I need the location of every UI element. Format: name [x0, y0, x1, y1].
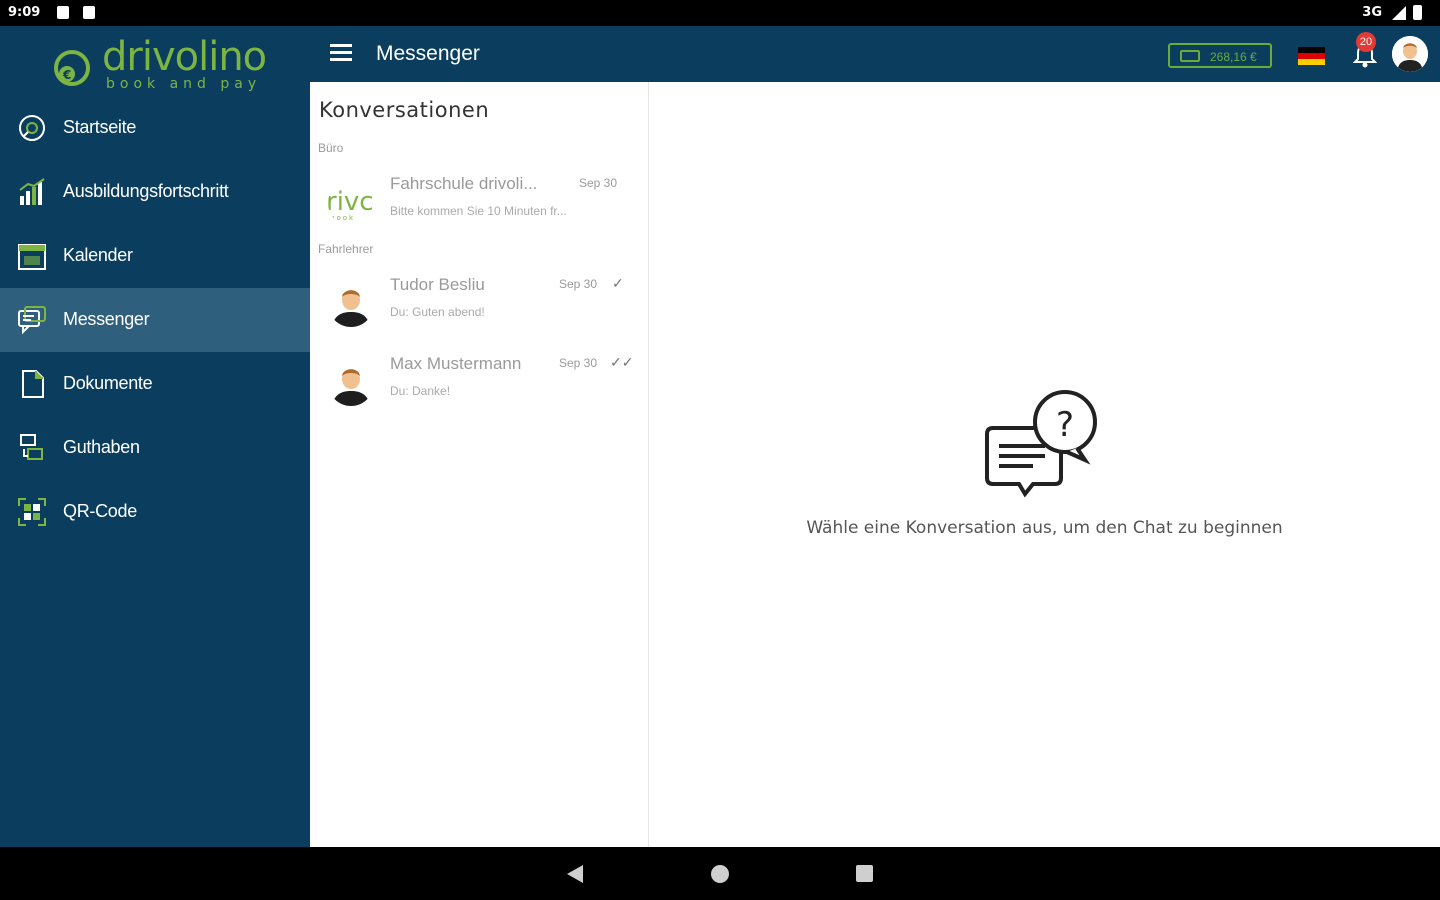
conversations-heading: Konversationen: [319, 98, 490, 122]
conversation-name: Max Mustermann: [390, 354, 522, 373]
brand-name: drivolino: [102, 34, 267, 80]
recent-apps-icon[interactable]: [856, 865, 873, 882]
avatar: [328, 360, 374, 406]
signal-icon: [1392, 6, 1406, 20]
read-check-icon: ✓✓: [610, 354, 634, 370]
school-logo-icon: rivc book: [328, 180, 374, 226]
avatar[interactable]: [1392, 36, 1428, 72]
user-avatar-icon: [1392, 36, 1428, 72]
svg-text:rivc: rivc: [328, 187, 374, 217]
empty-state-message: Wähle eine Konversation aus, um den Chat…: [806, 518, 1283, 538]
conversation-item[interactable]: Tudor Besliu Sep 30 ✓ Du: Guten abend!: [310, 275, 648, 341]
money-icon: [1180, 50, 1200, 62]
notification-count-badge: 20: [1356, 32, 1376, 52]
app-bar: Messenger 268,16 € 20: [310, 26, 1440, 82]
brand-logo[interactable]: € drivolino book and pay: [50, 34, 270, 96]
status-bar: 9:09 3G: [0, 0, 1440, 26]
conversation-preview: Du: Danke!: [390, 384, 451, 398]
person-avatar-icon: [328, 360, 374, 406]
sent-check-icon: ✓: [612, 275, 624, 291]
balance-badge[interactable]: 268,16 €: [1168, 43, 1272, 68]
svg-text:book: book: [330, 214, 355, 222]
notification-icon: [57, 6, 69, 19]
conversation-name: Tudor Besliu: [390, 275, 485, 294]
network-type: 3G: [1362, 5, 1382, 20]
page-title: Messenger: [376, 42, 480, 65]
avatar: [328, 281, 374, 327]
document-icon: [22, 370, 44, 398]
status-time: 9:09: [8, 5, 41, 20]
conversation-item[interactable]: Max Mustermann Sep 30 ✓✓ Du: Danke!: [310, 354, 648, 420]
conversation-date: Sep 30: [579, 176, 618, 190]
home-button-icon[interactable]: [711, 865, 729, 883]
sidebar-item-guthaben[interactable]: Guthaben: [0, 416, 310, 480]
sidebar-item-kalender[interactable]: Kalender: [0, 224, 310, 288]
sidebar-nav: Startseite Ausbildungsfortschritt Kalend…: [0, 96, 310, 544]
chat-icon: [18, 306, 46, 335]
battery-icon: [1413, 5, 1422, 20]
sidebar-item-startseite[interactable]: Startseite: [0, 96, 310, 160]
qr-code-icon: [18, 498, 46, 526]
conversation-item[interactable]: rivc book Fahrschule drivoli... Sep 30 B…: [310, 174, 648, 240]
sidebar-item-messenger[interactable]: Messenger: [0, 288, 310, 352]
system-navigation-bar: [0, 847, 1440, 900]
sidebar: € drivolino book and pay Startseite Ausb…: [0, 26, 310, 847]
sidebar-item-label: Messenger: [63, 309, 150, 329]
brand-tagline: book and pay: [106, 76, 262, 92]
sidebar-item-label: Startseite: [63, 117, 137, 137]
conversation-preview: Bitte kommen Sie 10 Minuten fr...: [390, 204, 567, 218]
conversation-name: Fahrschule drivoli...: [390, 174, 538, 193]
sidebar-item-label: Kalender: [63, 245, 133, 265]
person-avatar-icon: [328, 281, 374, 327]
svg-text:?: ?: [1056, 405, 1074, 445]
sidebar-item-label: Guthaben: [63, 437, 140, 457]
language-flag-icon[interactable]: [1298, 47, 1325, 65]
calendar-icon: [18, 244, 46, 270]
section-label-fahrlehrer: Fahrlehrer: [318, 242, 374, 256]
sidebar-item-qr-code[interactable]: QR-Code: [0, 480, 310, 544]
conversation-date: Sep 30: [559, 356, 598, 370]
conversation-preview: Du: Guten abend!: [390, 305, 485, 319]
chat-question-icon: ?: [985, 390, 1097, 498]
section-label-buero: Büro: [318, 141, 344, 155]
conversation-date: Sep 30: [559, 277, 598, 291]
sidebar-item-label: Dokumente: [63, 373, 153, 393]
progress-chart-icon: [19, 178, 45, 205]
chat-area: ? Wähle eine Konversation aus, um den Ch…: [649, 82, 1440, 847]
back-icon[interactable]: [567, 865, 583, 883]
sidebar-item-ausbildungsfortschritt[interactable]: Ausbildungsfortschritt: [0, 160, 310, 224]
sidebar-item-label: QR-Code: [63, 501, 137, 521]
sidebar-item-dokumente[interactable]: Dokumente: [0, 352, 310, 416]
balance-amount: 268,16 €: [1210, 50, 1257, 64]
sidebar-item-label: Ausbildungsfortschritt: [63, 181, 229, 201]
menu-icon[interactable]: [330, 44, 352, 64]
conversation-list-panel: Konversationen Büro rivc book Fahrschule…: [310, 82, 649, 847]
avatar: rivc book: [328, 180, 374, 226]
svg-text:€: €: [62, 68, 71, 82]
home-icon: [19, 115, 45, 141]
logo-mark-icon: €: [54, 50, 90, 86]
credit-icon: [20, 434, 43, 460]
sd-card-icon: [83, 6, 95, 19]
